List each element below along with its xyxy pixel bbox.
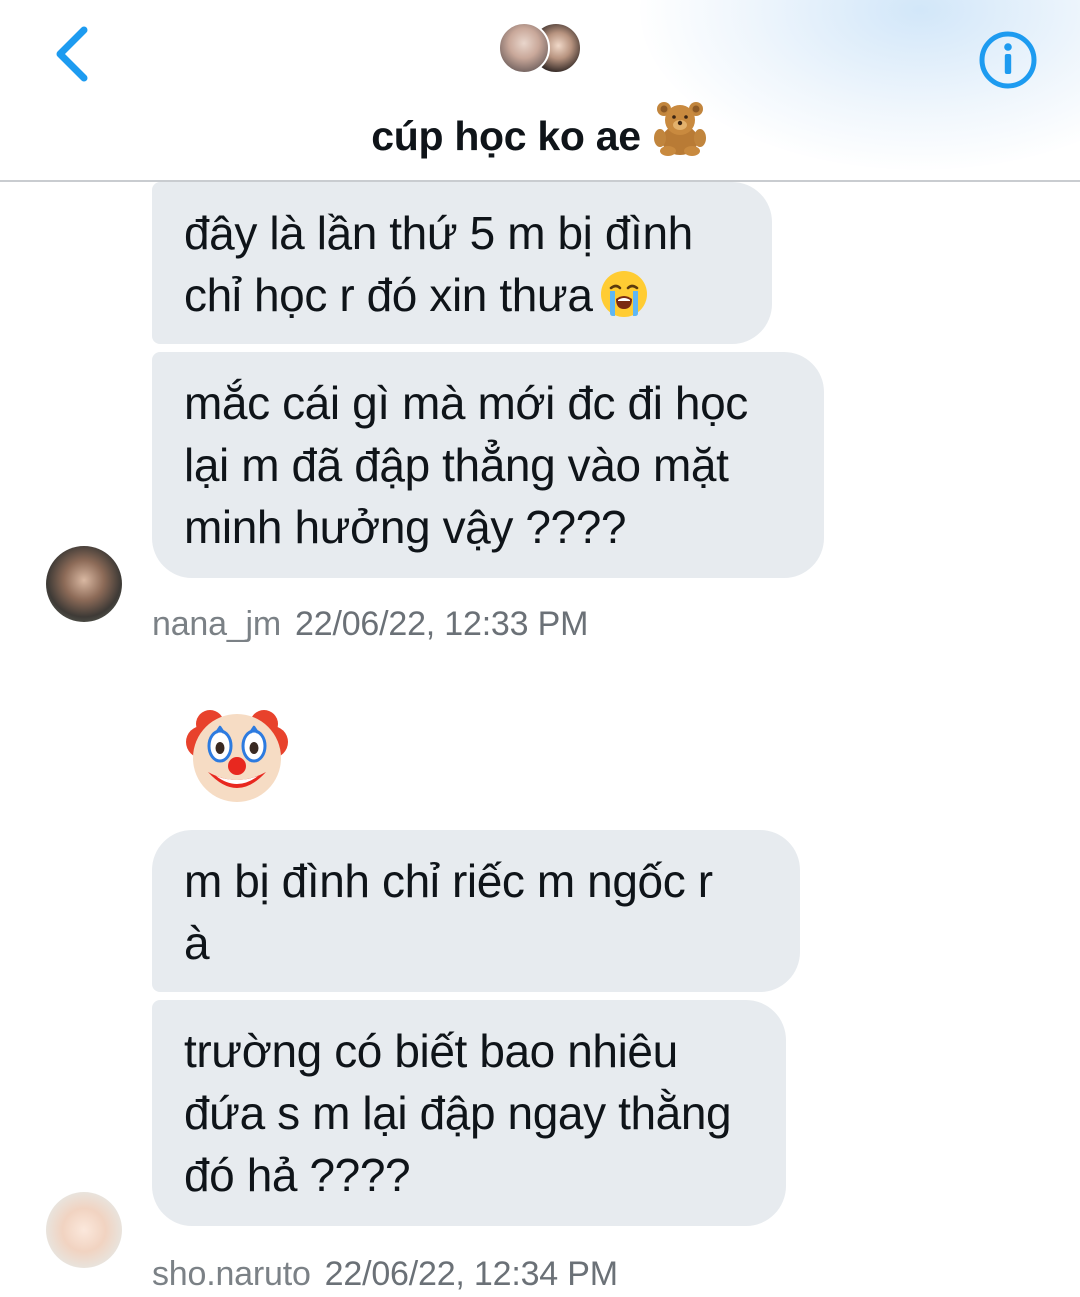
message-line: đứa s m lại đập ngay thằng bbox=[184, 1087, 732, 1139]
message-line: mắc cái gì mà mới đc đi học bbox=[184, 377, 748, 429]
back-button[interactable] bbox=[44, 22, 104, 86]
clown-face-icon[interactable] bbox=[182, 700, 292, 810]
chevron-left-icon bbox=[56, 26, 88, 82]
message-line: chỉ học r đó xin thưa bbox=[184, 264, 742, 334]
message-line: lại m đã đập thẳng vào mặt bbox=[184, 439, 729, 491]
message-line-text: chỉ học r đó xin thưa bbox=[184, 269, 593, 321]
message-bubble[interactable]: trường có biết bao nhiêu đứa s m lại đập… bbox=[152, 1000, 786, 1226]
avatar[interactable] bbox=[46, 546, 122, 622]
message-line: minh hưởng vậy ???? bbox=[184, 501, 627, 553]
timestamp: 22/06/22, 12:33 PM bbox=[295, 605, 589, 643]
message-line: đây là lần thứ 5 m bị đình bbox=[184, 207, 693, 259]
conversation-title-text: cúp học ko ae bbox=[371, 113, 641, 159]
message-line: trường có biết bao nhiêu bbox=[184, 1025, 678, 1077]
message-line: à bbox=[184, 917, 210, 969]
message-bubble[interactable]: mắc cái gì mà mới đc đi học lại m đã đập… bbox=[152, 352, 824, 578]
timestamp: 22/06/22, 12:34 PM bbox=[324, 1255, 618, 1293]
message-line: đó hả ???? bbox=[184, 1149, 411, 1201]
loudly-crying-face-icon bbox=[599, 269, 649, 334]
message-meta: sho.naruto 22/06/22, 12:34 PM bbox=[152, 1252, 618, 1296]
info-icon bbox=[979, 31, 1037, 89]
group-avatars[interactable] bbox=[498, 22, 582, 74]
message-bubble[interactable]: m bị đình chỉ riếc m ngốc r à bbox=[152, 830, 800, 992]
username[interactable]: nana_jm bbox=[152, 605, 281, 643]
message-line: m bị đình chỉ riếc m ngốc r bbox=[184, 855, 713, 907]
username[interactable]: sho.naruto bbox=[152, 1255, 311, 1293]
avatar bbox=[498, 22, 550, 74]
teddy-bear-icon bbox=[651, 100, 709, 172]
message-meta: nana_jm 22/06/22, 12:33 PM bbox=[152, 602, 588, 646]
conversation-title[interactable]: cúp học ko ae bbox=[0, 100, 1080, 172]
conversation-header: cúp học ko ae bbox=[0, 0, 1080, 182]
avatar[interactable] bbox=[46, 1192, 122, 1268]
conversation-info-button[interactable] bbox=[976, 28, 1040, 92]
message-bubble[interactable]: đây là lần thứ 5 m bị đình chỉ học r đó … bbox=[152, 182, 772, 344]
